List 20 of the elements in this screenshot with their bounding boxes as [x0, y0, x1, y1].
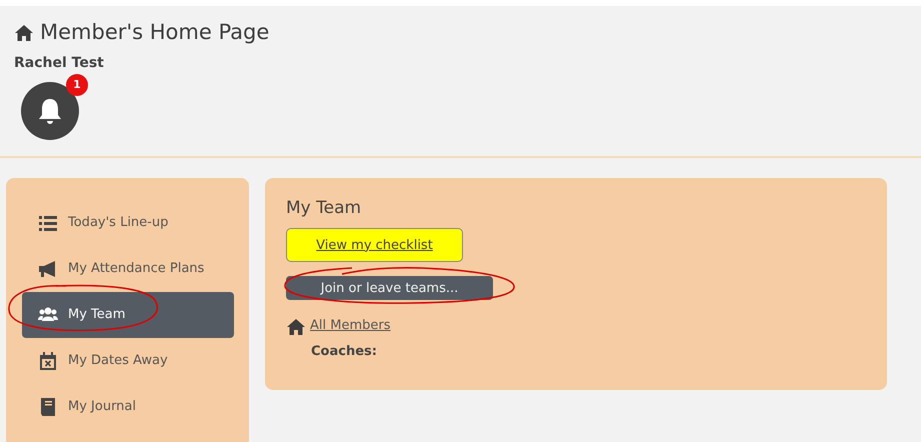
- sidebar-item[interactable]: My Team: [22, 292, 234, 338]
- teams-button[interactable]: Join or leave teams...: [286, 276, 493, 300]
- page-title: Member's Home Page: [40, 20, 270, 46]
- bell-icon: [37, 97, 63, 126]
- book-icon: [38, 397, 58, 417]
- home-icon: [14, 24, 34, 42]
- members-link[interactable]: All Members: [310, 316, 390, 336]
- megaphone-icon: [38, 259, 58, 279]
- panel-title: My Team: [286, 198, 362, 218]
- list-icon: [38, 213, 58, 233]
- calendar-icon: [38, 351, 58, 371]
- sidebar-item[interactable]: My Attendance Plans: [22, 246, 234, 292]
- checklist-button[interactable]: View my checklist: [286, 228, 463, 262]
- notification-count: 1: [66, 74, 88, 96]
- sidebar-item[interactable]: My Dates Away: [22, 338, 234, 384]
- user-name: Rachel Test: [14, 54, 104, 74]
- sidebar-item[interactable]: My Journal: [22, 384, 234, 430]
- coaches-label: Coaches:: [311, 342, 377, 361]
- sidebar-item[interactable]: Today's Line-up: [22, 200, 234, 246]
- home-icon: [286, 318, 306, 336]
